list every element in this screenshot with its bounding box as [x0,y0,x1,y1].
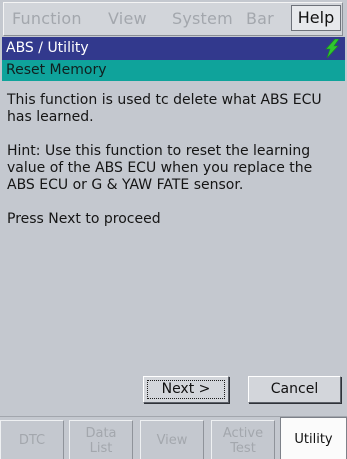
signal-bolt-icon [325,39,340,58]
page-title: ABS / Utility [6,40,89,56]
menu-help[interactable]: Help [291,5,341,31]
page-subtitle: Reset Memory [6,62,107,78]
title-bar: ABS / Utility [2,37,345,60]
tab-utility[interactable]: Utility [280,417,347,459]
content-area: This function is used tc delete what ABS… [7,92,341,245]
tab-active-test-label-2: Test [230,440,256,456]
tab-dtc[interactable]: DTC [0,420,64,459]
instruction-text: Press Next to proceed [7,211,161,227]
next-button[interactable]: Next > [143,376,229,403]
menu-bar-item[interactable]: Bar [246,9,274,28]
menu-function[interactable]: Function [12,9,82,28]
bottom-tab-bar: DTC Data List View Active Test Utility [0,416,347,459]
tab-active-test-label-1: Active [222,425,264,441]
tab-active-test[interactable]: Active Test [211,420,275,459]
tab-data-list-label-2: List [89,440,113,456]
menu-view[interactable]: View [108,9,147,28]
tab-data-list-label-1: Data [85,425,117,441]
tab-utility-label: Utility [294,431,333,447]
cancel-button[interactable]: Cancel [248,376,341,403]
description-text: This function is used tc delete what ABS… [7,92,322,125]
device-screen: Function View System Bar Help ABS / Util… [0,0,347,459]
tab-view[interactable]: View [140,420,204,459]
hint-text: Hint: Use this function to reset the lea… [7,143,313,193]
tab-dtc-label: DTC [18,433,46,448]
tab-data-list[interactable]: Data List [69,420,133,459]
menu-system[interactable]: System [172,9,233,28]
subtitle-bar: Reset Memory [2,60,345,81]
menu-bar: Function View System Bar Help [3,2,343,36]
tab-view-label: View [156,433,188,448]
